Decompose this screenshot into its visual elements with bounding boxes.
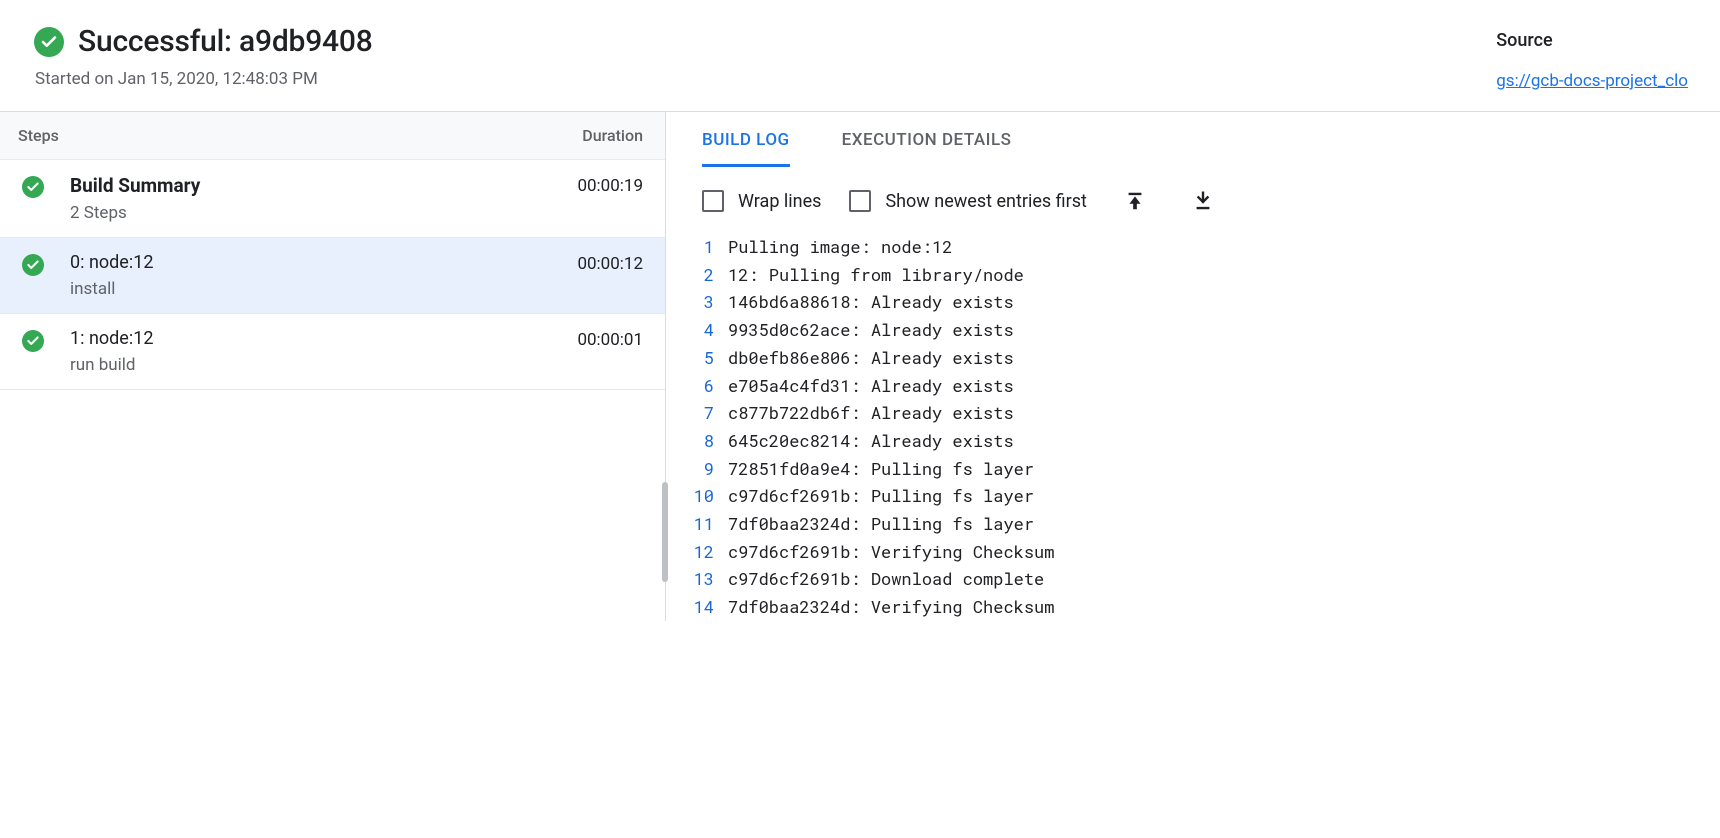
step-duration: 00:00:19 (577, 174, 643, 196)
log-line: 117df0baa2324d: Pulling fs layer (688, 510, 1720, 538)
step-row-1[interactable]: 1: node:12 run build 00:00:01 (0, 314, 665, 390)
log-text: db0efb86e806: Already exists (728, 344, 1014, 372)
wrap-lines-checkbox[interactable]: Wrap lines (702, 190, 821, 212)
log-text: c877b722db6f: Already exists (728, 399, 1014, 427)
log-panel: BUILD LOG EXECUTION DETAILS Wrap lines S… (666, 112, 1720, 621)
line-number: 8 (688, 427, 728, 455)
tab-build-log[interactable]: BUILD LOG (702, 112, 790, 167)
line-number: 9 (688, 455, 728, 483)
step-row-0[interactable]: 0: node:12 install 00:00:12 (0, 238, 665, 314)
log-toolbar: Wrap lines Show newest entries first (666, 167, 1720, 233)
log-text: 12: Pulling from library/node (728, 261, 1024, 289)
step-title: 1: node:12 (70, 328, 577, 349)
log-line: 3146bd6a88618: Already exists (688, 288, 1720, 316)
line-number: 2 (688, 261, 728, 289)
step-subtitle: install (70, 279, 577, 299)
log-line: 49935d0c62ace: Already exists (688, 316, 1720, 344)
log-line: 7c877b722db6f: Already exists (688, 399, 1720, 427)
step-subtitle: 2 Steps (70, 203, 577, 223)
log-text: 9935d0c62ace: Already exists (728, 316, 1014, 344)
wrap-lines-label: Wrap lines (738, 191, 821, 212)
line-number: 14 (688, 593, 728, 621)
log-text: c97d6cf2691b: Download complete (728, 565, 1044, 593)
log-line: 212: Pulling from library/node (688, 261, 1720, 289)
line-number: 6 (688, 372, 728, 400)
checkbox-icon (849, 190, 871, 212)
step-subtitle: run build (70, 355, 577, 375)
tab-execution-details[interactable]: EXECUTION DETAILS (842, 112, 1012, 167)
log-text: 72851fd0a9e4: Pulling fs layer (728, 455, 1034, 483)
success-icon (22, 176, 44, 198)
log-line: 12c97d6cf2691b: Verifying Checksum (688, 538, 1720, 566)
scrollbar-thumb[interactable] (662, 482, 668, 582)
line-number: 11 (688, 510, 728, 538)
log-line: 8645c20ec8214: Already exists (688, 427, 1720, 455)
page-title: Successful: a9db9408 (78, 24, 373, 59)
checkbox-icon (702, 190, 724, 212)
steps-panel: Steps Duration Build Summary 2 Steps 00:… (0, 112, 666, 621)
line-number: 1 (688, 233, 728, 261)
log-line: 13c97d6cf2691b: Download complete (688, 565, 1720, 593)
started-timestamp: Started on Jan 15, 2020, 12:48:03 PM (35, 69, 373, 89)
log-text: 7df0baa2324d: Verifying Checksum (728, 593, 1054, 621)
scroll-top-button[interactable] (1115, 181, 1155, 221)
success-icon (22, 330, 44, 352)
step-duration: 00:00:12 (577, 252, 643, 274)
step-duration: 00:00:01 (577, 328, 643, 350)
line-number: 13 (688, 565, 728, 593)
log-text: c97d6cf2691b: Pulling fs layer (728, 482, 1034, 510)
line-number: 7 (688, 399, 728, 427)
build-header: Successful: a9db9408 Started on Jan 15, … (0, 0, 1720, 111)
line-number: 12 (688, 538, 728, 566)
success-icon (22, 254, 44, 276)
log-text: 7df0baa2324d: Pulling fs layer (728, 510, 1034, 538)
step-title: 0: node:12 (70, 252, 577, 273)
log-text: 146bd6a88618: Already exists (728, 288, 1014, 316)
newest-first-checkbox[interactable]: Show newest entries first (849, 190, 1086, 212)
log-line: 5db0efb86e806: Already exists (688, 344, 1720, 372)
source-link[interactable]: gs://gcb-docs-project_clo (1496, 71, 1688, 91)
build-summary-row[interactable]: Build Summary 2 Steps 00:00:19 (0, 160, 665, 238)
log-line: 147df0baa2324d: Verifying Checksum (688, 593, 1720, 621)
duration-col-header: Duration (582, 126, 643, 145)
log-text: e705a4c4fd31: Already exists (728, 372, 1014, 400)
line-number: 5 (688, 344, 728, 372)
source-label: Source (1496, 30, 1688, 51)
log-line: 1Pulling image: node:12 (688, 233, 1720, 261)
download-button[interactable] (1183, 181, 1223, 221)
log-text: c97d6cf2691b: Verifying Checksum (728, 538, 1054, 566)
line-number: 3 (688, 288, 728, 316)
success-icon (34, 27, 64, 57)
log-output[interactable]: 1Pulling image: node:12212: Pulling from… (666, 233, 1720, 621)
log-line: 10c97d6cf2691b: Pulling fs layer (688, 482, 1720, 510)
tabs: BUILD LOG EXECUTION DETAILS (666, 112, 1720, 167)
line-number: 10 (688, 482, 728, 510)
line-number: 4 (688, 316, 728, 344)
log-line: 972851fd0a9e4: Pulling fs layer (688, 455, 1720, 483)
log-line: 6e705a4c4fd31: Already exists (688, 372, 1720, 400)
log-text: Pulling image: node:12 (728, 233, 952, 261)
step-title: Build Summary (70, 174, 577, 197)
newest-first-label: Show newest entries first (885, 191, 1086, 212)
steps-col-header: Steps (18, 126, 59, 145)
log-text: 645c20ec8214: Already exists (728, 427, 1014, 455)
